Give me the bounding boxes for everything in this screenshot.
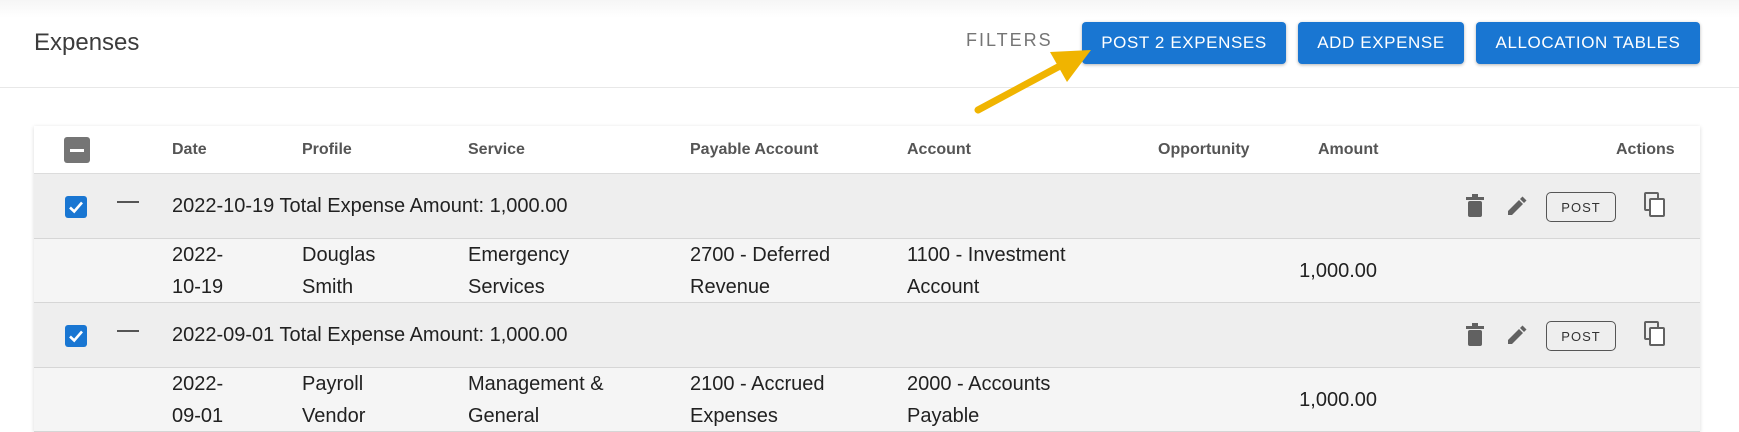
annotation-arrow [974,50,1091,114]
column-header-date[interactable]: Date [172,141,207,159]
table-row[interactable]: 2022- 09-01 Payroll Vendor Management & Gen… [34,368,1700,432]
date-cell: 2022- 09-01 [172,373,224,427]
collapse-icon[interactable] [117,201,139,203]
table-header: Date Profile Service Payable Account Acc… [34,126,1700,174]
amount-cell: 1,000.00 [1299,389,1377,411]
checkbox-checked-icon[interactable] [65,196,87,218]
copy-icon[interactable] [1644,321,1666,347]
post-button[interactable]: POST [1546,321,1616,351]
column-header-opportunity[interactable]: Opportunity [1158,141,1250,159]
column-header-account[interactable]: Account [907,141,971,159]
date-cell: 2022- 10-19 [172,244,224,298]
expense-group-row[interactable]: 2022-10-19 Total Expense Amount: 1,000.0… [34,174,1700,239]
column-header-payable-account[interactable]: Payable Account [690,141,818,159]
column-header-service[interactable]: Service [468,141,525,159]
amount-cell: 1,000.00 [1299,260,1377,282]
profile-cell: Payroll Vendor [302,373,366,427]
expenses-table: Date Profile Service Payable Account Acc… [34,126,1700,432]
account-cell: 1100 - Investment Account [907,244,1066,298]
add-expense-button[interactable]: ADD EXPENSE [1298,22,1464,64]
checkbox-indeterminate-icon[interactable] [64,137,90,163]
account-cell: 2000 - Accounts Payable [907,373,1051,427]
trash-icon[interactable] [1465,194,1485,218]
expense-group-row[interactable]: 2022-09-01 Total Expense Amount: 1,000.0… [34,303,1700,368]
allocation-tables-button[interactable]: ALLOCATION TABLES [1476,22,1700,64]
post-expenses-button[interactable]: POST 2 EXPENSES [1082,22,1286,64]
post-button[interactable]: POST [1546,192,1616,222]
table-row[interactable]: 2022- 10-19 Douglas Smith Emergency Service… [34,239,1700,303]
pencil-icon[interactable] [1506,324,1528,346]
profile-cell: Douglas Smith [302,244,376,298]
group-summary: 2022-10-19 Total Expense Amount: 1,000.0… [172,195,568,217]
page-title: Expenses [34,29,140,56]
pencil-icon[interactable] [1506,195,1528,217]
payable-account-cell: 2700 - Deferred Revenue [690,244,831,298]
checkbox-checked-icon[interactable] [65,325,87,347]
column-header-amount[interactable]: Amount [1318,141,1378,159]
top-bar: Expenses FILTERS POST 2 EXPENSES ADD EXP… [0,0,1739,88]
trash-icon[interactable] [1465,323,1485,347]
column-header-profile[interactable]: Profile [302,141,352,159]
group-summary: 2022-09-01 Total Expense Amount: 1,000.0… [172,324,568,346]
payable-account-cell: 2100 - Accrued Expenses [690,373,825,427]
collapse-icon[interactable] [117,330,139,332]
service-cell: Management & General [468,373,604,427]
service-cell: Emergency Services [468,244,570,298]
copy-icon[interactable] [1644,192,1666,218]
column-header-actions: Actions [1616,141,1675,158]
